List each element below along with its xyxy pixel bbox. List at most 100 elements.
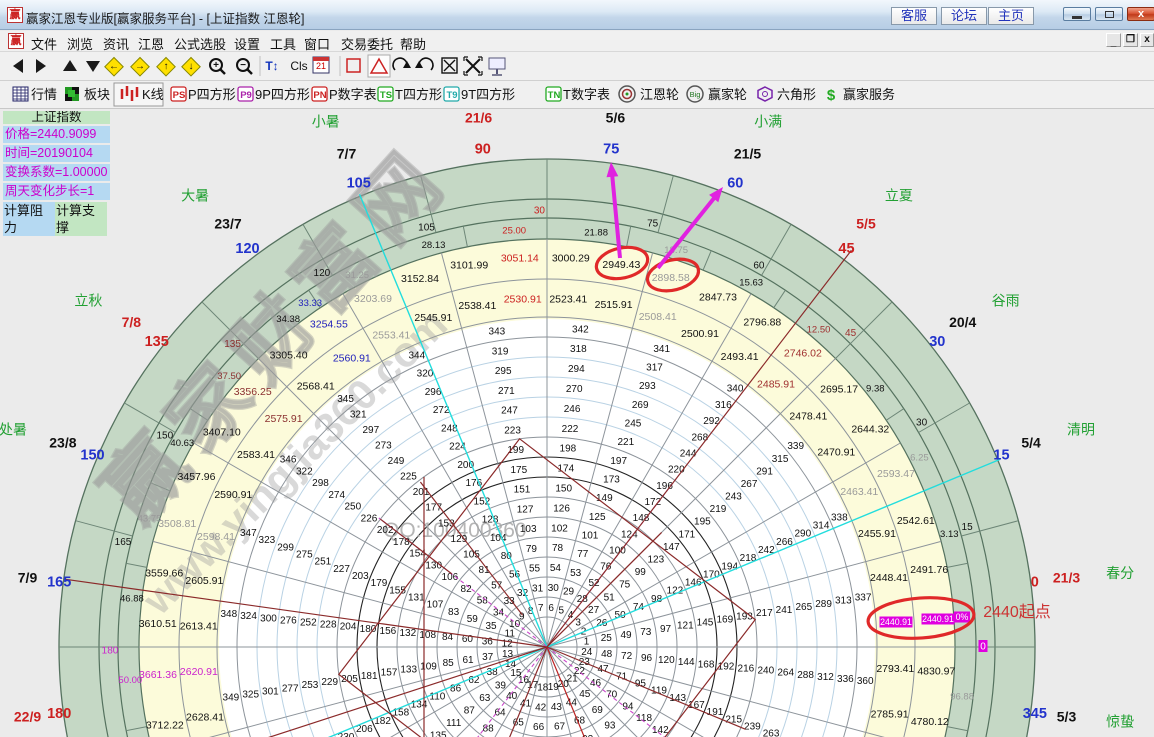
svg-text:219: 219 (710, 504, 727, 515)
svg-text:2545.91: 2545.91 (414, 312, 452, 324)
svg-text:292: 292 (703, 416, 720, 427)
svg-text:12: 12 (502, 638, 514, 649)
svg-text:243: 243 (725, 492, 742, 503)
svg-text:77: 77 (577, 549, 589, 560)
svg-text:132: 132 (399, 628, 416, 639)
svg-text:2583.41: 2583.41 (237, 449, 275, 461)
svg-text:25: 25 (601, 633, 613, 644)
svg-text:343: 343 (489, 327, 506, 338)
svg-text:97: 97 (660, 624, 672, 635)
svg-text:2470.91: 2470.91 (817, 447, 855, 459)
svg-text:267: 267 (741, 479, 758, 490)
svg-text:2508.41: 2508.41 (639, 311, 677, 323)
svg-text:TS: TS (380, 90, 392, 101)
svg-text:85: 85 (443, 658, 455, 669)
svg-text:↓: ↓ (189, 61, 194, 72)
svg-text:129: 129 (451, 534, 468, 545)
svg-text:2620.91: 2620.91 (180, 666, 218, 678)
svg-text:325: 325 (242, 690, 259, 701)
svg-text:274: 274 (328, 490, 345, 501)
svg-text:34: 34 (493, 607, 505, 618)
svg-text:2695.17: 2695.17 (820, 383, 858, 395)
svg-text:275: 275 (296, 549, 313, 560)
svg-text:215: 215 (725, 714, 742, 725)
svg-text:271: 271 (498, 386, 515, 397)
svg-text:313: 313 (835, 596, 852, 607)
svg-text:43.75: 43.75 (138, 513, 162, 524)
svg-text:立秋: 立秋 (74, 293, 102, 309)
svg-text:145: 145 (697, 618, 714, 629)
svg-text:惊蛰: 惊蛰 (1106, 713, 1134, 729)
svg-text:60: 60 (727, 176, 743, 192)
svg-text:70: 70 (606, 690, 618, 701)
svg-text:178: 178 (393, 537, 410, 548)
svg-text:Cls: Cls (290, 59, 307, 73)
svg-text:2598.41: 2598.41 (197, 531, 235, 543)
svg-text:2898.58: 2898.58 (652, 272, 690, 284)
svg-text:67: 67 (554, 722, 566, 733)
svg-text:34.38: 34.38 (276, 314, 300, 325)
svg-text:201: 201 (413, 487, 430, 498)
svg-text:大暑: 大暑 (181, 188, 209, 204)
svg-text:2530.91: 2530.91 (504, 294, 542, 306)
svg-text:45: 45 (838, 241, 854, 257)
svg-text:347: 347 (240, 528, 257, 539)
svg-text:60: 60 (753, 260, 765, 271)
svg-text:2568.41: 2568.41 (297, 380, 335, 392)
svg-text:9.38: 9.38 (866, 384, 885, 395)
svg-text:126: 126 (553, 503, 570, 514)
svg-text:78: 78 (552, 543, 564, 554)
svg-text:250: 250 (344, 502, 361, 513)
svg-text:48: 48 (601, 649, 613, 660)
svg-text:2493.41: 2493.41 (721, 351, 759, 363)
svg-text:301: 301 (262, 686, 279, 697)
svg-text:123: 123 (647, 555, 664, 566)
svg-text:31: 31 (532, 583, 544, 594)
svg-text:T数字表: T数字表 (563, 87, 610, 102)
svg-text:338: 338 (831, 512, 848, 523)
svg-text:276: 276 (280, 615, 297, 626)
svg-text:2448.41: 2448.41 (870, 572, 908, 584)
svg-text:37: 37 (482, 652, 494, 663)
svg-text:−: − (240, 60, 246, 71)
svg-text:107: 107 (427, 600, 444, 611)
svg-text:102: 102 (551, 523, 568, 534)
svg-text:175: 175 (510, 465, 527, 476)
svg-text:K线: K线 (142, 87, 164, 102)
svg-text:31.25: 31.25 (345, 270, 369, 281)
svg-text:105: 105 (418, 223, 435, 234)
svg-text:2644.32: 2644.32 (851, 424, 889, 436)
svg-text:148: 148 (633, 513, 650, 524)
svg-text:118: 118 (636, 713, 652, 724)
svg-text:30: 30 (916, 418, 928, 429)
svg-text:131: 131 (408, 592, 425, 603)
svg-text:241: 241 (776, 605, 793, 616)
svg-text:341: 341 (653, 344, 670, 355)
svg-text:202: 202 (377, 525, 394, 536)
svg-text:342: 342 (572, 324, 589, 335)
svg-text:21/3: 21/3 (1053, 569, 1080, 585)
svg-text:360: 360 (857, 676, 874, 687)
svg-text:83: 83 (448, 607, 460, 618)
svg-text:5/5: 5/5 (856, 215, 876, 231)
svg-text:5/3: 5/3 (1057, 709, 1077, 725)
svg-text:6: 6 (548, 603, 554, 614)
svg-text:299: 299 (277, 542, 294, 553)
svg-text:222: 222 (562, 424, 579, 435)
svg-text:3101.99: 3101.99 (450, 260, 488, 272)
svg-text:3661.36: 3661.36 (139, 669, 177, 681)
svg-text:198: 198 (560, 444, 577, 455)
svg-text:181: 181 (361, 671, 378, 682)
svg-text:15: 15 (993, 448, 1009, 464)
svg-text:2793.41: 2793.41 (876, 663, 914, 675)
svg-text:3457.96: 3457.96 (178, 471, 216, 483)
svg-text:3356.25: 3356.25 (234, 386, 272, 398)
svg-text:88: 88 (483, 724, 495, 735)
svg-text:43: 43 (551, 702, 563, 713)
svg-text:2485.91: 2485.91 (757, 378, 795, 390)
svg-text:28.13: 28.13 (422, 240, 446, 251)
svg-text:37.50: 37.50 (217, 371, 241, 382)
svg-text:317: 317 (646, 363, 663, 374)
svg-text:180: 180 (47, 706, 71, 722)
svg-text:217: 217 (756, 608, 773, 619)
